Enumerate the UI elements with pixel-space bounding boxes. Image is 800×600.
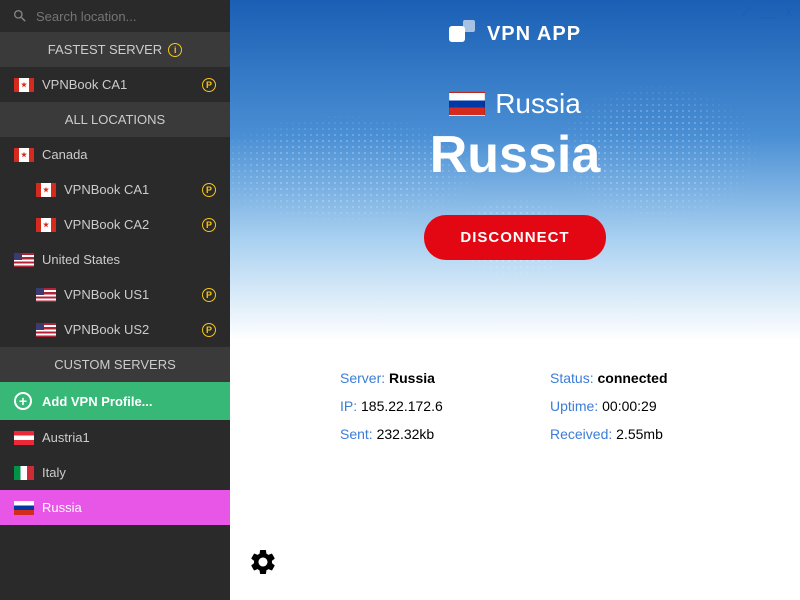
search-input[interactable] [36, 9, 218, 24]
server-label: VPNBook CA2 [64, 217, 149, 232]
disconnect-button[interactable]: DISCONNECT [424, 215, 605, 260]
stat-sent: Sent: 232.32kb [340, 426, 510, 442]
flag-at-icon [14, 431, 34, 445]
section-label: ALL LOCATIONS [65, 112, 165, 127]
section-label: CUSTOM SERVERS [54, 357, 176, 372]
server-label: VPNBook CA1 [64, 182, 149, 197]
server-austria[interactable]: Austria1 [0, 420, 230, 455]
stat-ip: IP: 185.22.172.6 [340, 398, 510, 414]
p-badge-icon: P [202, 323, 216, 337]
settings-button[interactable] [248, 547, 278, 582]
connected-country-big: Russia [430, 125, 601, 185]
server-us2[interactable]: VPNBook US2 P [0, 312, 230, 347]
app-window: FASTEST SERVER i VPNBook CA1 P ALL LOCAT… [0, 0, 800, 600]
flag-ru-icon [449, 92, 485, 116]
flag-ca-icon [36, 183, 56, 197]
flag-ca-icon [14, 78, 34, 92]
flag-us-icon [36, 288, 56, 302]
hero: VPN APP Russia Russia DISCONNECT [230, 0, 800, 340]
server-label: Russia [42, 500, 82, 515]
location-us[interactable]: United States [0, 242, 230, 277]
stat-server: Server: Russia [340, 370, 510, 386]
add-profile-label: Add VPN Profile... [42, 394, 153, 409]
stats-panel: Server: Russia Status: connected IP: 185… [230, 340, 800, 442]
location-label: United States [42, 252, 120, 267]
server-fastest[interactable]: VPNBook CA1 P [0, 67, 230, 102]
connected-country: Russia [495, 88, 581, 120]
restore-icon[interactable]: ⤢ [741, 4, 751, 20]
flag-us-icon [36, 323, 56, 337]
logo-icon [449, 20, 477, 48]
close-icon[interactable]: x [786, 4, 793, 20]
server-label: VPNBook CA1 [42, 77, 127, 92]
server-label: Austria1 [42, 430, 90, 445]
app-logo: VPN APP [449, 20, 581, 48]
section-fastest: FASTEST SERVER i [0, 32, 230, 67]
p-badge-icon: P [202, 78, 216, 92]
p-badge-icon: P [202, 288, 216, 302]
main-panel: ⤢ __ x VPN APP Russia Russia DISCONNECT … [230, 0, 800, 600]
server-label: VPNBook US2 [64, 322, 149, 337]
window-controls: ⤢ __ x [741, 4, 792, 20]
plus-icon: + [14, 392, 32, 410]
location-label: Canada [42, 147, 88, 162]
flag-it-icon [14, 466, 34, 480]
location-canada[interactable]: Canada [0, 137, 230, 172]
connected-country-row: Russia [449, 88, 581, 120]
server-russia[interactable]: Russia [0, 490, 230, 525]
section-custom: CUSTOM SERVERS [0, 347, 230, 382]
sidebar: FASTEST SERVER i VPNBook CA1 P ALL LOCAT… [0, 0, 230, 600]
gear-icon [248, 547, 278, 577]
flag-ru-icon [14, 501, 34, 515]
flag-ca-icon [36, 218, 56, 232]
server-label: Italy [42, 465, 66, 480]
app-name: VPN APP [487, 23, 581, 46]
info-icon[interactable]: i [168, 43, 182, 57]
server-ca2[interactable]: VPNBook CA2 P [0, 207, 230, 242]
search-icon [12, 8, 28, 24]
stat-received: Received: 2.55mb [550, 426, 720, 442]
section-all: ALL LOCATIONS [0, 102, 230, 137]
server-label: VPNBook US1 [64, 287, 149, 302]
add-profile-button[interactable]: + Add VPN Profile... [0, 382, 230, 420]
stat-uptime: Uptime: 00:00:29 [550, 398, 720, 414]
minimize-icon[interactable]: __ [761, 4, 775, 20]
p-badge-icon: P [202, 183, 216, 197]
server-us1[interactable]: VPNBook US1 P [0, 277, 230, 312]
server-ca1[interactable]: VPNBook CA1 P [0, 172, 230, 207]
p-badge-icon: P [202, 218, 216, 232]
flag-ca-icon [14, 148, 34, 162]
server-italy[interactable]: Italy [0, 455, 230, 490]
flag-us-icon [14, 253, 34, 267]
stat-status: Status: connected [550, 370, 720, 386]
search-bar[interactable] [0, 0, 230, 32]
section-label: FASTEST SERVER [48, 42, 162, 57]
